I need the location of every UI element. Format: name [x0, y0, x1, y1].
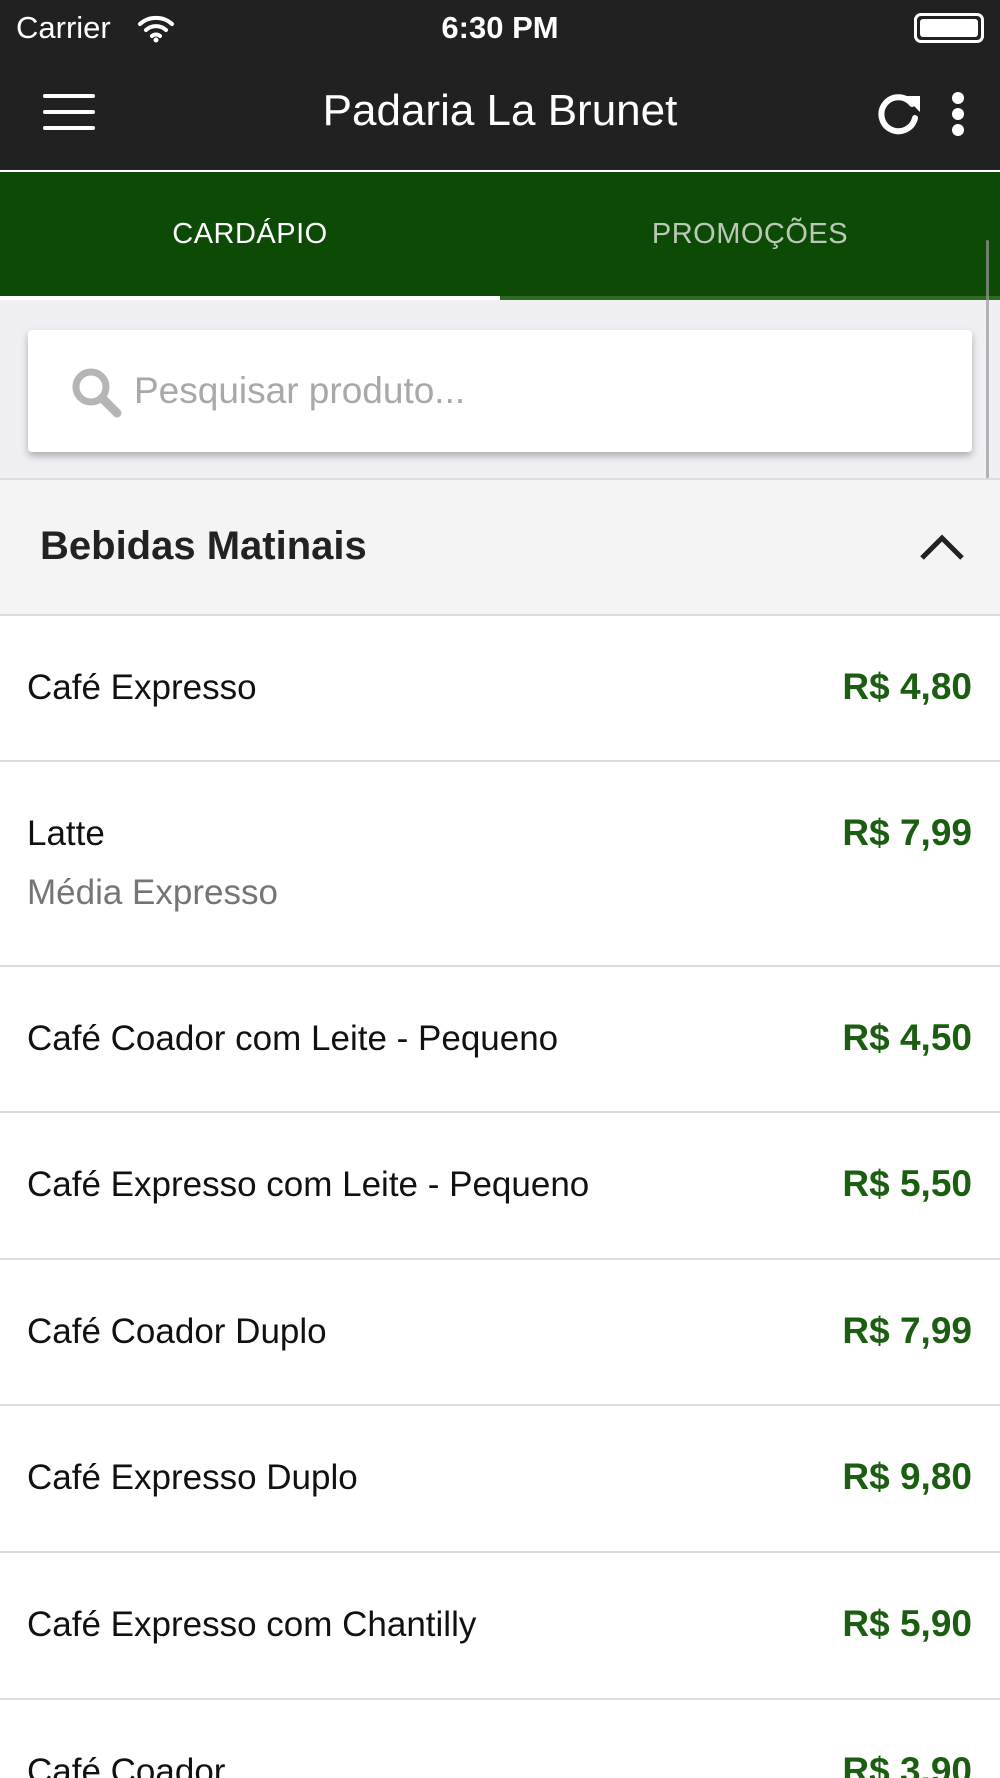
status-time: 6:30 PM — [441, 10, 559, 45]
more-vert-icon[interactable] — [938, 86, 978, 142]
product-item[interactable]: Latte Média Expresso R$ 7,99 — [0, 762, 1000, 967]
product-price: R$ 5,50 — [842, 1163, 972, 1204]
app-header: Carrier 6:30 PM Padaria La Brunet — [0, 0, 1000, 170]
status-bar: Carrier 6:30 PM — [0, 0, 1000, 56]
page-title: Padaria La Brunet — [322, 86, 678, 135]
product-name: Café Coador Duplo — [27, 1312, 327, 1351]
product-item[interactable]: Café Coador R$ 3,90 — [0, 1700, 1000, 1778]
product-name: Café Expresso com Leite - Pequeno — [27, 1165, 590, 1204]
tab-cardapio[interactable]: CARDÁPIO — [0, 172, 500, 296]
search-input[interactable] — [134, 358, 934, 424]
search-icon — [72, 368, 122, 418]
product-price: R$ 3,90 — [842, 1750, 972, 1778]
product-item[interactable]: Café Expresso Duplo R$ 9,80 — [0, 1406, 1000, 1553]
product-item[interactable]: Café Expresso com Chantilly R$ 5,90 — [0, 1553, 1000, 1700]
product-item[interactable]: Café Coador com Leite - Pequeno R$ 4,50 — [0, 967, 1000, 1113]
tab-promocoes[interactable]: PROMOÇÕES — [500, 172, 1000, 296]
product-name: Café Expresso — [27, 668, 257, 707]
refresh-icon[interactable] — [870, 86, 926, 142]
product-name: Café Coador — [27, 1752, 226, 1778]
product-name: Café Coador com Leite - Pequeno — [27, 1019, 559, 1058]
product-name: Café Expresso com Chantilly — [27, 1605, 477, 1644]
product-item[interactable]: Café Expresso R$ 4,80 — [0, 616, 1000, 762]
product-price: R$ 7,99 — [842, 812, 972, 853]
product-name: Latte — [27, 814, 105, 853]
product-price: R$ 4,50 — [842, 1017, 972, 1058]
product-price: R$ 4,80 — [842, 666, 972, 707]
battery-nub — [914, 13, 984, 43]
tab-bar: CARDÁPIO PROMOÇÕES — [0, 172, 1000, 296]
product-name: Café Expresso Duplo — [27, 1458, 358, 1497]
category-title: Bebidas Matinais — [40, 524, 367, 568]
category-header[interactable]: Bebidas Matinais — [0, 478, 1000, 616]
product-item[interactable]: Café Expresso com Leite - Pequeno R$ 5,5… — [0, 1113, 1000, 1260]
product-price: R$ 5,90 — [842, 1603, 972, 1644]
product-price: R$ 9,80 — [842, 1456, 972, 1497]
chevron-up-icon[interactable] — [918, 528, 966, 564]
product-price: R$ 7,99 — [842, 1310, 972, 1351]
product-description: Média Expresso — [27, 873, 278, 912]
product-item[interactable]: Café Coador Duplo R$ 7,99 — [0, 1260, 1000, 1406]
